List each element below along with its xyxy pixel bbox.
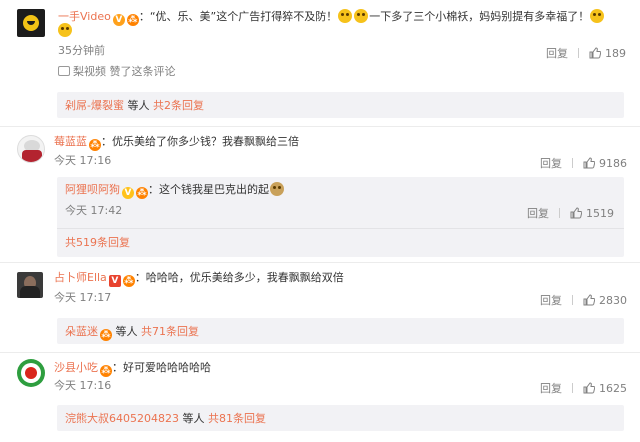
reply-summary: 剁屌-爆裂蜜 等人 共2条回复 [65, 97, 204, 113]
like-icon[interactable] [583, 382, 596, 394]
sub-like-count: 1519 [586, 207, 614, 220]
liked-note-text: 赞了这条评论 [109, 65, 176, 78]
smile-emoji-icon [590, 9, 605, 23]
divider [572, 295, 573, 305]
like-count: 2830 [599, 294, 627, 307]
reply-summary: 共519条回复 [65, 234, 130, 250]
like-count: 189 [605, 47, 626, 60]
comment-text-line: 沙县小吃 ⁂：好可爱哈哈哈哈哈 [54, 360, 211, 377]
level-badge-icon: ⁂ [126, 14, 139, 26]
comment-time: 今天 17:16 [54, 379, 112, 392]
like-icon[interactable] [570, 207, 583, 219]
like-count: 9186 [599, 157, 627, 170]
level-badge-icon: ⁂ [122, 275, 135, 287]
summary-user[interactable]: 剁屌-爆裂蜜 [65, 99, 124, 112]
comment-text-continued: 一下多了三个小棉袄，妈妈别提有多幸福了！ [369, 10, 590, 23]
comment-time: 今天 17:17 [54, 291, 112, 304]
comment-text: ：好可爱哈哈哈哈哈 [112, 361, 211, 374]
comment-text: ：哈哈哈，优乐美给多少，我春飘飘给双倍 [134, 271, 344, 284]
summary-count[interactable]: 共71条回复 [141, 325, 199, 338]
comment-actions: 回复 9186 [540, 155, 627, 171]
reply-button[interactable]: 回复 [540, 157, 562, 170]
happy-emoji-icon [58, 23, 72, 37]
divider [572, 383, 573, 393]
level-badge-icon: ⁂ [100, 365, 112, 377]
divider [0, 352, 640, 353]
comment-text: ：优乐美给了你多少钱？我春飘飘给三倍 [101, 135, 299, 148]
cat-emoji-icon [270, 182, 284, 196]
comment-time: 35分钟前 [58, 44, 105, 57]
summary-mid: 等人 [123, 99, 153, 112]
summary-mid: 等人 [179, 412, 208, 425]
comment-text: ：“优、乐、美”这个广告打得猝不及防！ [138, 10, 338, 23]
reply-summary: 浣熊大叔6405204823 等人 共81条回复 [65, 410, 266, 426]
reply-button[interactable]: 回复 [540, 294, 562, 307]
video-icon [58, 66, 70, 76]
username[interactable]: 莓蓝蓝 [54, 135, 87, 148]
username[interactable]: 沙县小吃 [54, 361, 98, 374]
comment-actions: 回复 2830 [540, 292, 627, 308]
reply-button[interactable]: 回复 [540, 382, 562, 395]
verified-icon: V [108, 275, 121, 287]
summary-count[interactable]: 共81条回复 [208, 412, 266, 425]
sub-reply-time: 今天 17:42 [65, 204, 123, 217]
divider [0, 126, 640, 127]
divider [578, 48, 579, 58]
like-note: 梨视频 赞了这条评论 [58, 64, 176, 80]
verified-icon: V [112, 14, 125, 26]
summary-user[interactable]: 朵蓝迷 [65, 325, 98, 338]
comment-time: 今天 17:16 [54, 154, 112, 167]
avatar[interactable] [17, 9, 45, 37]
avatar[interactable] [17, 272, 43, 298]
device-name[interactable]: 梨视频 [73, 65, 106, 78]
comment-text-line: 莓蓝蓝 ⁂：优乐美给了你多少钱？我春飘飘给三倍 [54, 134, 299, 151]
reply-button[interactable]: 回复 [546, 47, 568, 60]
sub-reply-text: ：这个钱我星巴克出的起 [148, 183, 269, 196]
username[interactable]: 占卜师Ella [54, 271, 107, 284]
sub-reply-button[interactable]: 回复 [527, 207, 549, 220]
like-icon[interactable] [589, 47, 602, 59]
sub-reply-line: 阿狸呗阿狗 V ⁂：这个钱我星巴克出的起 [65, 182, 285, 199]
comment-text-line: 一手Video V ⁂：“优、乐、美”这个广告打得猝不及防！ 一下多了三个小棉袄，妈妈… [58, 9, 605, 26]
summary-count[interactable]: 共2条回复 [153, 99, 204, 112]
comment-text-line: 占卜师Ella V ⁂：哈哈哈，优乐美给多少，我春飘飘给双倍 [54, 270, 344, 287]
like-icon[interactable] [583, 157, 596, 169]
laugh-emoji-icon [338, 9, 353, 23]
sub-reply-actions: 回复 1519 [527, 205, 614, 221]
summary-count[interactable]: 共519条回复 [65, 236, 130, 249]
divider [0, 262, 640, 263]
username[interactable]: 一手Video [58, 10, 111, 23]
like-count: 1625 [599, 382, 627, 395]
comment-actions: 回复 189 [546, 45, 626, 61]
level-badge-icon: ⁂ [100, 329, 112, 341]
avatar[interactable] [17, 135, 45, 163]
divider [57, 228, 624, 229]
reply-summary: 朵蓝迷 ⁂ 等人 共71条回复 [65, 323, 199, 341]
comment-actions: 回复 1625 [540, 380, 627, 396]
level-badge-icon: ⁂ [136, 187, 148, 199]
divider [572, 158, 573, 168]
summary-mid: 等人 [112, 325, 141, 338]
avatar[interactable] [17, 359, 45, 387]
like-icon[interactable] [583, 294, 596, 306]
verified-icon: V [122, 187, 134, 199]
level-badge-icon: ⁂ [89, 139, 101, 151]
divider [559, 208, 560, 218]
sub-reply-username[interactable]: 阿狸呗阿狗 [65, 183, 120, 196]
summary-user[interactable]: 浣熊大叔6405204823 [65, 412, 179, 425]
laugh-emoji-icon [354, 9, 369, 23]
